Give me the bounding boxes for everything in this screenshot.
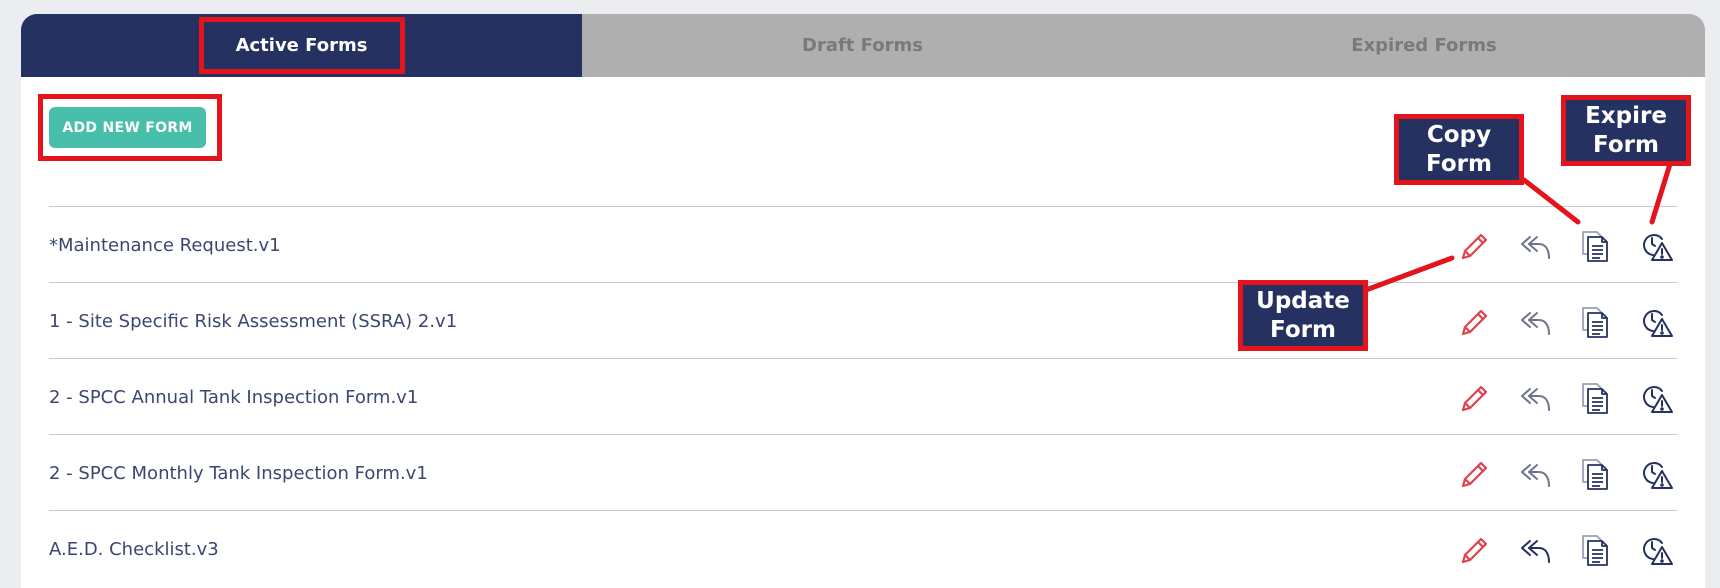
form-row: 1 - Site Specific Risk Assessment (SSRA)…: [49, 282, 1677, 358]
form-name[interactable]: 1 - Site Specific Risk Assessment (SSRA)…: [49, 283, 457, 359]
copy-form-callout: Copy Form: [1394, 114, 1524, 185]
expire-icon: [1643, 310, 1673, 337]
tab-bar: Active Forms Draft Forms Expired Forms: [21, 14, 1705, 77]
share-icon: [1521, 312, 1550, 335]
update-form-button[interactable]: [1457, 456, 1493, 492]
expire-form-button[interactable]: [1639, 456, 1675, 492]
pencil-icon: [1461, 461, 1488, 488]
form-name[interactable]: 2 - SPCC Annual Tank Inspection Form.v1: [49, 359, 418, 435]
share-form-button[interactable]: [1517, 228, 1553, 264]
update-form-button[interactable]: [1457, 380, 1493, 416]
share-form-button[interactable]: [1517, 456, 1553, 492]
copy-form-button[interactable]: [1577, 456, 1613, 492]
form-row: 2 - SPCC Monthly Tank Inspection Form.v1: [49, 434, 1677, 510]
share-icon: [1521, 388, 1550, 411]
expire-form-button[interactable]: [1639, 304, 1675, 340]
copy-icon: [1582, 307, 1608, 338]
update-form-button[interactable]: [1457, 532, 1493, 568]
copy-icon: [1582, 459, 1608, 490]
share-form-button[interactable]: [1517, 304, 1553, 340]
tab-active-forms[interactable]: Active Forms: [21, 14, 582, 77]
expire-icon: [1643, 386, 1673, 413]
form-row: A.E.D. Checklist.v3: [49, 510, 1677, 586]
expire-form-button[interactable]: [1639, 532, 1675, 568]
share-icon: [1521, 464, 1550, 487]
copy-icon: [1582, 383, 1608, 414]
share-form-button[interactable]: [1517, 532, 1553, 568]
update-form-button[interactable]: [1457, 304, 1493, 340]
update-form-callout-text: Update Form: [1256, 287, 1350, 343]
share-form-button[interactable]: [1517, 380, 1553, 416]
copy-form-callout-text: Copy Form: [1426, 121, 1492, 177]
expire-form-callout-text: Expire Form: [1585, 102, 1667, 158]
expire-form-button[interactable]: [1639, 380, 1675, 416]
pencil-icon: [1461, 233, 1488, 260]
copy-icon: [1582, 535, 1608, 566]
tab-expired-forms[interactable]: Expired Forms: [1143, 14, 1705, 77]
form-name[interactable]: A.E.D. Checklist.v3: [49, 511, 219, 587]
expire-form-callout: Expire Form: [1561, 95, 1691, 166]
copy-icon: [1582, 231, 1608, 262]
expire-form-button[interactable]: [1639, 228, 1675, 264]
forms-card: Active Forms Draft Forms Expired Forms A…: [21, 14, 1705, 588]
update-form-button[interactable]: [1457, 228, 1493, 264]
form-name[interactable]: 2 - SPCC Monthly Tank Inspection Form.v1: [49, 435, 428, 511]
form-row: *Maintenance Request.v1: [49, 206, 1677, 282]
share-icon: [1521, 236, 1550, 259]
form-name[interactable]: *Maintenance Request.v1: [49, 207, 281, 283]
copy-form-button[interactable]: [1577, 304, 1613, 340]
add-new-form-button[interactable]: ADD NEW FORM: [49, 107, 206, 148]
pencil-icon: [1461, 537, 1488, 564]
copy-form-button[interactable]: [1577, 532, 1613, 568]
form-row: 2 - SPCC Annual Tank Inspection Form.v1: [49, 358, 1677, 434]
copy-form-button[interactable]: [1577, 380, 1613, 416]
expire-icon: [1643, 462, 1673, 489]
update-form-callout: Update Form: [1238, 280, 1368, 351]
forms-list: *Maintenance Request.v1 1 - Site Specifi…: [49, 206, 1677, 586]
pencil-icon: [1461, 385, 1488, 412]
expire-icon: [1643, 234, 1673, 261]
tab-draft-forms[interactable]: Draft Forms: [582, 14, 1143, 77]
pencil-icon: [1461, 309, 1488, 336]
expire-icon: [1643, 538, 1673, 565]
copy-form-button[interactable]: [1577, 228, 1613, 264]
share-icon: [1521, 540, 1550, 563]
